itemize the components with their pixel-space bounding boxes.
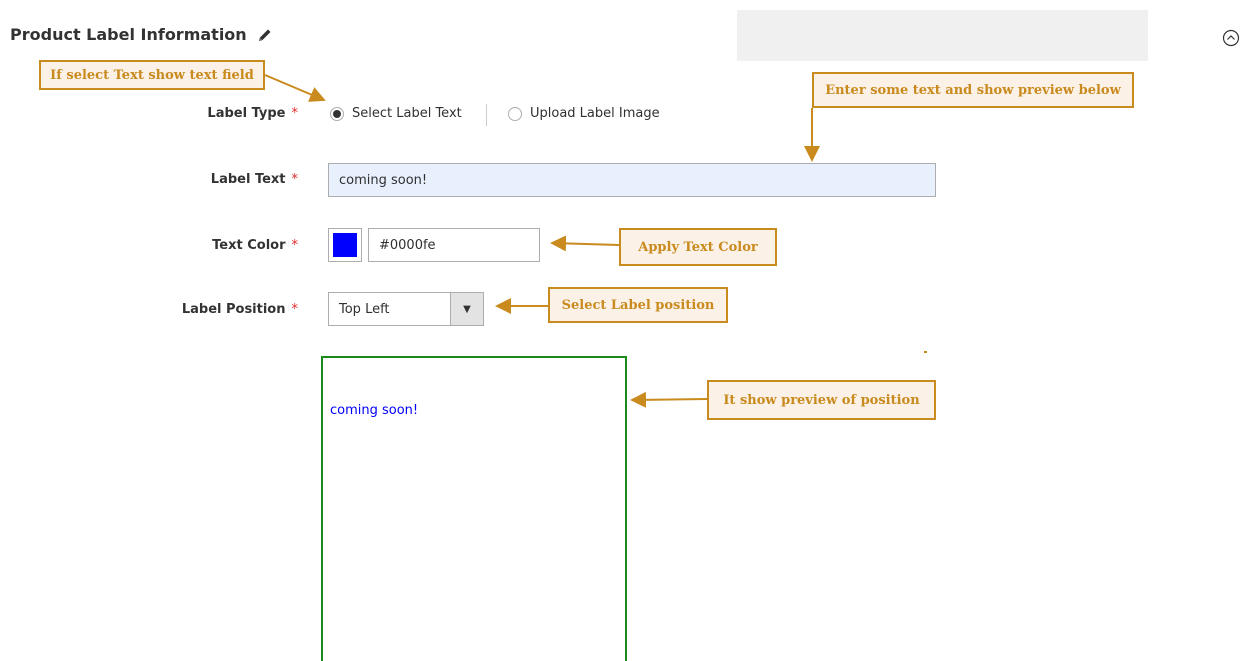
label-type-text: Label Type [207, 106, 286, 121]
label-type-label: Label Type * [98, 106, 298, 121]
annotation-mark [924, 351, 927, 353]
radio-select-label-text[interactable]: Select Label Text [330, 106, 462, 121]
radio-unchecked-icon[interactable] [508, 106, 522, 121]
annotation-text: Enter some text and show preview below [825, 82, 1121, 98]
label-text-text: Label Text [210, 172, 286, 187]
label-position-label: Label Position * [98, 302, 298, 317]
header-placeholder [737, 10, 1148, 61]
label-text-value: coming soon! [339, 172, 428, 188]
text-color-text: Text Color [212, 238, 286, 253]
color-picker-button[interactable] [328, 228, 362, 262]
dropdown-arrow-icon[interactable]: ▼ [450, 293, 483, 325]
product-label-form: Product Label Information Label Type * Se… [0, 0, 1245, 661]
radio-upload-label-image[interactable]: Upload Label Image [508, 106, 660, 121]
annotation-preview-below: Enter some text and show preview below [812, 72, 1134, 108]
preview-label-text: coming soon! [330, 403, 419, 418]
annotation-text: Apply Text Color [638, 239, 758, 255]
label-text-input[interactable]: coming soon! [328, 163, 936, 197]
arrow-to-radio [264, 74, 326, 102]
annotation-preview-position: It show preview of position [707, 380, 936, 420]
text-color-label: Text Color * [98, 238, 298, 253]
text-color-input[interactable]: #0000fe [368, 228, 540, 262]
required-mark: * [291, 238, 299, 253]
required-mark: * [291, 302, 299, 317]
radio-checked-icon[interactable] [330, 106, 344, 121]
text-color-value: #0000fe [379, 237, 436, 253]
arrow-to-color-input [550, 235, 620, 252]
label-preview-box: coming soon! [321, 356, 627, 661]
required-mark: * [291, 106, 299, 121]
annotation-text-field: If select Text show text field [39, 60, 265, 90]
section-header[interactable]: Product Label Information [10, 25, 273, 44]
annotation-text: Select Label position [561, 297, 715, 313]
collapse-icon[interactable] [1222, 29, 1240, 47]
required-mark: * [291, 172, 299, 187]
annotation-text: If select Text show text field [50, 67, 254, 83]
label-position-select[interactable]: Top Left ▼ [328, 292, 484, 326]
annotation-text: It show preview of position [723, 392, 920, 408]
label-position-text: Label Position [181, 302, 286, 317]
radio-option-label: Select Label Text [352, 106, 462, 121]
label-text-label: Label Text * [98, 172, 298, 187]
color-swatch[interactable] [333, 233, 357, 257]
radio-divider [486, 104, 487, 126]
label-position-value: Top Left [339, 301, 390, 317]
annotation-select-position: Select Label position [548, 287, 728, 323]
section-title: Product Label Information [10, 25, 247, 44]
arrow-to-preview [630, 391, 708, 408]
pencil-icon[interactable] [257, 27, 273, 43]
radio-option-label: Upload Label Image [530, 106, 660, 121]
annotation-apply-color: Apply Text Color [619, 228, 777, 266]
